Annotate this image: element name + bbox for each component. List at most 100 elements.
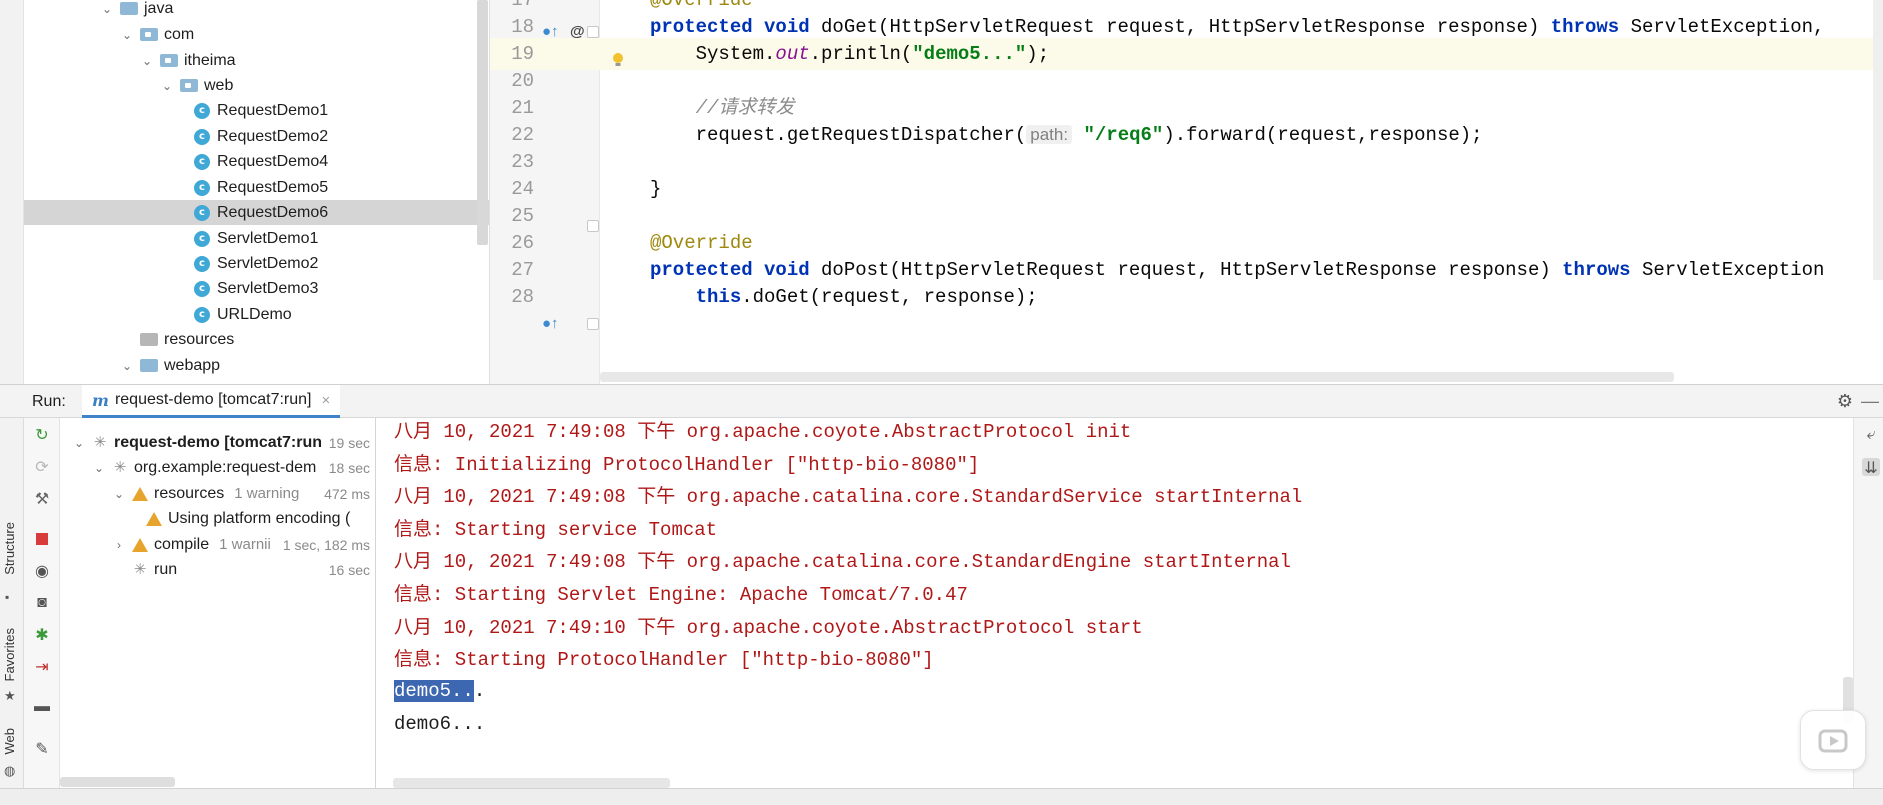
eye-icon[interactable]: ◉ <box>33 562 51 580</box>
chevron-down-icon[interactable]: ⌄ <box>120 359 134 373</box>
project-tree-item-label: com <box>164 25 195 43</box>
selected-text: demo5.. <box>394 680 474 702</box>
project-tree-item-label: RequestDemo1 <box>217 101 329 119</box>
fold-toggle-icon[interactable] <box>587 26 599 38</box>
package-icon <box>160 54 178 67</box>
console-horizontal-scrollbar[interactable] <box>393 778 670 788</box>
project-tree-item[interactable]: c RequestDemo6 <box>24 200 489 225</box>
override-method-icon[interactable]: ●↑ <box>542 16 559 48</box>
code-line[interactable]: 28 this.doGet(request, response); <box>490 281 1883 313</box>
chevron-down-icon[interactable]: ⌄ <box>140 54 154 68</box>
minimize-icon[interactable]: — <box>1861 391 1879 412</box>
project-tree-item[interactable]: c ServletDemo3 <box>24 276 489 301</box>
left-side-bar: Structure ▪ Favorites ★ Web ◍ <box>0 418 24 805</box>
project-tree-item[interactable]: c URLDemo <box>24 302 489 327</box>
project-tree-item[interactable]: c RequestDemo5 <box>24 175 489 200</box>
gear-icon[interactable]: ⚙ <box>1837 391 1853 412</box>
class-icon: c <box>194 280 210 297</box>
line-number: 28 <box>511 286 534 308</box>
star-icon: ★ <box>4 688 16 703</box>
video-play-overlay[interactable] <box>1800 710 1866 770</box>
build-tree-item[interactable]: › compile 1 warnii 1 sec, 182 ms <box>60 532 375 557</box>
chevron-down-icon[interactable]: ⌄ <box>112 487 126 501</box>
chevron-right-icon[interactable]: › <box>112 538 126 552</box>
build-duration: 18 sec <box>326 460 370 476</box>
build-tree-item[interactable]: ⌄ resources 1 warning 472 ms <box>60 481 375 506</box>
exit-icon[interactable]: ⇥ <box>33 658 51 676</box>
chevron-down-icon[interactable]: ⌄ <box>120 28 134 42</box>
rerun-icon[interactable]: ↻ <box>33 426 51 444</box>
debug-icon[interactable]: ✱ <box>33 626 51 644</box>
project-tree-item[interactable]: c RequestDemo2 <box>24 124 489 149</box>
code-token: throws <box>1550 16 1631 38</box>
code-token: throws <box>1562 259 1642 281</box>
build-tree-item[interactable]: Using platform encoding ( <box>60 507 375 532</box>
project-tree-item[interactable]: c ServletDemo1 <box>24 226 489 251</box>
favorites-tab[interactable]: Favorites <box>2 628 17 681</box>
console-output-line: demo6... <box>394 713 486 735</box>
project-tree-item[interactable]: ⌄ com <box>24 22 489 47</box>
project-tree-item-label: RequestDemo4 <box>217 152 329 170</box>
code-token: } <box>650 178 662 200</box>
class-icon: c <box>194 204 210 221</box>
chevron-down-icon[interactable]: ⌄ <box>100 2 114 16</box>
fold-toggle-icon[interactable] <box>587 318 599 330</box>
project-tree-item[interactable]: resources <box>24 327 489 352</box>
build-tree-item[interactable]: ⌄ ✳ org.example:request-dem 18 sec <box>60 456 375 481</box>
lightbulb-icon[interactable] <box>611 52 625 68</box>
run-tab-label: request-demo [tomcat7:run] <box>114 391 312 408</box>
override-method-icon[interactable]: ●↑ <box>542 308 559 340</box>
project-tree-item[interactable]: ⌄ webapp <box>24 353 489 378</box>
code-token: ServletException <box>1641 259 1825 281</box>
run-config-tab[interactable]: m request-demo [tomcat7:run] × <box>82 385 341 418</box>
project-tree-item-label: ServletDemo2 <box>217 254 319 272</box>
annotation-icon[interactable]: @ <box>570 16 585 48</box>
play-icon <box>1818 729 1848 753</box>
project-tree-item[interactable]: c RequestDemo4 <box>24 149 489 174</box>
code-token: doPost(HttpServletRequest request, HttpS… <box>821 259 1563 281</box>
build-item-label: request-demo [tomcat7:run <box>114 433 323 451</box>
structure-tab[interactable]: Structure <box>2 522 17 575</box>
code-token: protected void <box>650 259 822 281</box>
console-log-line: 八月 10, 2021 7:49:08 下午 org.apache.coyote… <box>394 421 1132 443</box>
build-duration: 16 sec <box>326 562 370 578</box>
code-editor[interactable]: 17 @Override 18 protected void doGet(HttpSe… <box>489 0 1883 384</box>
project-tree-item[interactable]: ⌄ java <box>24 0 489 21</box>
build-tree-scrollbar[interactable] <box>60 777 175 787</box>
project-tool-strip <box>0 0 24 384</box>
build-tree-item[interactable]: ⌄ ✳ request-demo [tomcat7:run 19 sec <box>60 430 375 455</box>
spinner-icon: ✳ <box>133 561 147 578</box>
code-token: this <box>695 286 742 308</box>
close-icon[interactable]: × <box>321 392 330 409</box>
editor-vertical-scrollbar[interactable] <box>1873 0 1883 280</box>
pin-icon[interactable]: ✎ <box>33 740 51 758</box>
warning-icon <box>146 512 162 526</box>
build-tree-item[interactable]: ✳ run 16 sec <box>60 558 375 583</box>
project-tree-item[interactable]: ⌄ itheima <box>24 48 489 73</box>
soft-wrap-icon[interactable]: ⤶ <box>1862 426 1880 444</box>
project-tree-scrollbar[interactable] <box>477 0 488 245</box>
project-tree-item-label: resources <box>164 330 235 348</box>
code-text: this.doGet(request, response); <box>650 281 1038 313</box>
chevron-down-icon[interactable]: ⌄ <box>160 79 174 93</box>
chevron-down-icon[interactable]: ⌄ <box>72 436 86 450</box>
package-icon <box>180 79 198 92</box>
web-tab[interactable]: Web <box>2 728 17 755</box>
build-duration: 1 sec, 182 ms <box>280 536 370 553</box>
scroll-to-end-icon[interactable]: ⇊ <box>1862 458 1880 477</box>
console-log-line: 八月 10, 2021 7:49:08 下午 org.apache.catali… <box>394 551 1291 574</box>
project-tree-item[interactable]: ⌄ web <box>24 73 489 98</box>
refresh-icon[interactable]: ⟳ <box>33 458 51 476</box>
project-tree-item[interactable]: c RequestDemo1 <box>24 98 489 123</box>
console-output[interactable]: 八月 10, 2021 7:49:08 下午 org.apache.coyote… <box>377 418 1846 788</box>
layout-icon[interactable]: ▬ <box>33 698 51 716</box>
code-token: request.getRequestDispatcher( <box>650 124 1027 146</box>
project-tree-item[interactable]: c ServletDemo2 <box>24 251 489 276</box>
chevron-down-icon[interactable]: ⌄ <box>92 461 106 475</box>
stop-icon[interactable] <box>33 530 51 548</box>
camera-icon[interactable]: ◙ <box>33 594 51 612</box>
project-tree-item-label: RequestDemo2 <box>217 127 329 145</box>
wrench-icon[interactable]: ⚒ <box>33 490 51 508</box>
editor-horizontal-scrollbar[interactable] <box>600 372 1674 382</box>
fold-toggle-icon[interactable] <box>587 220 599 232</box>
